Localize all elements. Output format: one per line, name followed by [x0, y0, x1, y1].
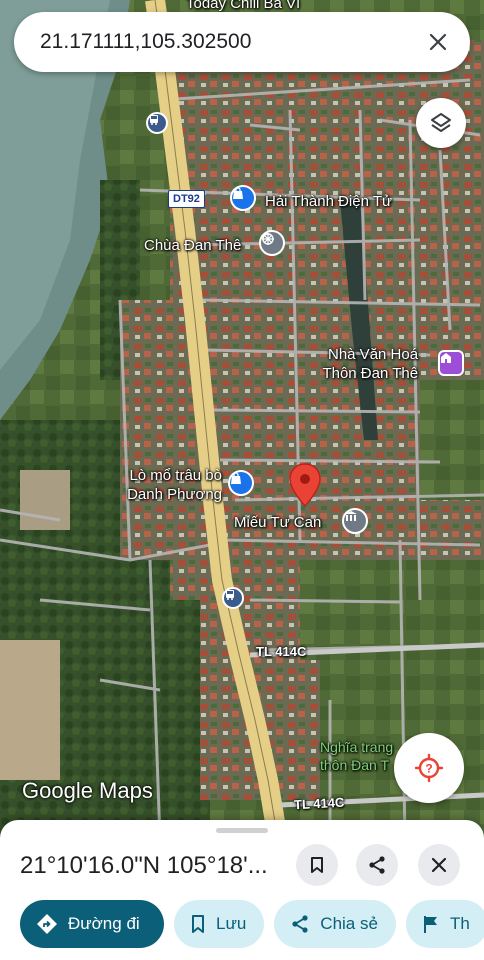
poi-label-line: Thôn Đan Thê [322, 365, 419, 382]
svg-text:?: ? [425, 762, 432, 776]
my-location-button[interactable]: ? [394, 733, 464, 803]
temple-icon[interactable] [259, 230, 285, 256]
building-icon[interactable] [438, 350, 464, 376]
bookmark-icon [311, 857, 323, 873]
poi-label-chua-dan-the[interactable]: Chùa Đan Thê [144, 236, 241, 255]
directions-label: Đường đi [68, 914, 140, 933]
poi-label-lo-mo[interactable]: Lò mổ trâu bò Danh Phương [112, 466, 222, 504]
close-sheet-button[interactable] [418, 844, 460, 886]
shopping-bag-icon[interactable] [230, 185, 256, 211]
road-label-tl414c: TL 414C [256, 644, 307, 659]
poi-label-hai-thanh[interactable]: Hải Thành Điện Tử [265, 192, 392, 211]
save-bookmark-button[interactable] [296, 844, 338, 886]
poi-label-nghia-trang[interactable]: Nghĩa trang thôn Đan T [320, 738, 393, 774]
shopping-bag-icon[interactable] [228, 470, 254, 496]
share-icon [292, 915, 308, 933]
bottom-sheet[interactable]: 21°10'16.0"N 105°18'... Đường đi Lưu Chi… [0, 820, 484, 960]
map-view[interactable]: Today Chill Ba Vì DT92 Hải Thành Điện Tử… [0, 0, 484, 840]
location-pin-icon[interactable] [288, 462, 322, 508]
flag-label: Th [449, 914, 470, 933]
bus-stop-icon[interactable] [146, 112, 168, 134]
satellite-imagery [0, 0, 484, 840]
directions-icon [37, 914, 57, 934]
save-chip-button[interactable]: Lưu [174, 900, 265, 948]
close-icon [431, 857, 447, 873]
poi-label-line: thôn Đan T [320, 757, 390, 773]
layers-button[interactable] [416, 98, 466, 148]
close-icon[interactable] [424, 28, 452, 56]
search-input[interactable]: 21.171111,105.302500 [40, 30, 424, 54]
road-shield-dt92: DT92 [168, 190, 205, 208]
poi-label-mieu-tu-can[interactable]: Miếu Tư Can [234, 513, 321, 532]
shrine-icon[interactable] [342, 508, 368, 534]
search-bar[interactable]: 21.171111,105.302500 [14, 12, 470, 72]
poi-label-nha-van-hoa[interactable]: Nhà Văn Hoá Thôn Đan Thê [322, 345, 419, 383]
poi-label-line: Nhà Văn Hoá [328, 346, 419, 363]
bus-stop-icon[interactable] [222, 587, 244, 609]
location-target-icon: ? [414, 753, 444, 783]
poi-label-line: Danh Phương [127, 486, 222, 503]
google-maps-logo: Google Maps [22, 778, 153, 803]
road-label-tl414c: TL 414C [293, 794, 345, 813]
share-chip-button[interactable]: Chia sẻ [274, 900, 396, 948]
poi-label-line: Nghĩa trang [320, 739, 394, 755]
share-icon [369, 856, 385, 874]
save-label: Lưu [216, 914, 247, 933]
action-chips: Đường đi Lưu Chia sẻ Th [20, 900, 484, 948]
layers-icon [431, 113, 451, 132]
share-label: Chia sẻ [320, 914, 378, 933]
bookmark-icon [192, 915, 204, 933]
place-coordinates-title: 21°10'16.0"N 105°18'... [20, 852, 268, 879]
flag-chip-button[interactable]: Th [405, 900, 484, 948]
poi-label-line: Lò mổ trâu bò [129, 467, 222, 484]
drag-handle[interactable] [216, 828, 268, 833]
directions-button[interactable]: Đường đi [20, 900, 164, 948]
share-button[interactable] [356, 844, 398, 886]
flag-icon [423, 916, 437, 933]
